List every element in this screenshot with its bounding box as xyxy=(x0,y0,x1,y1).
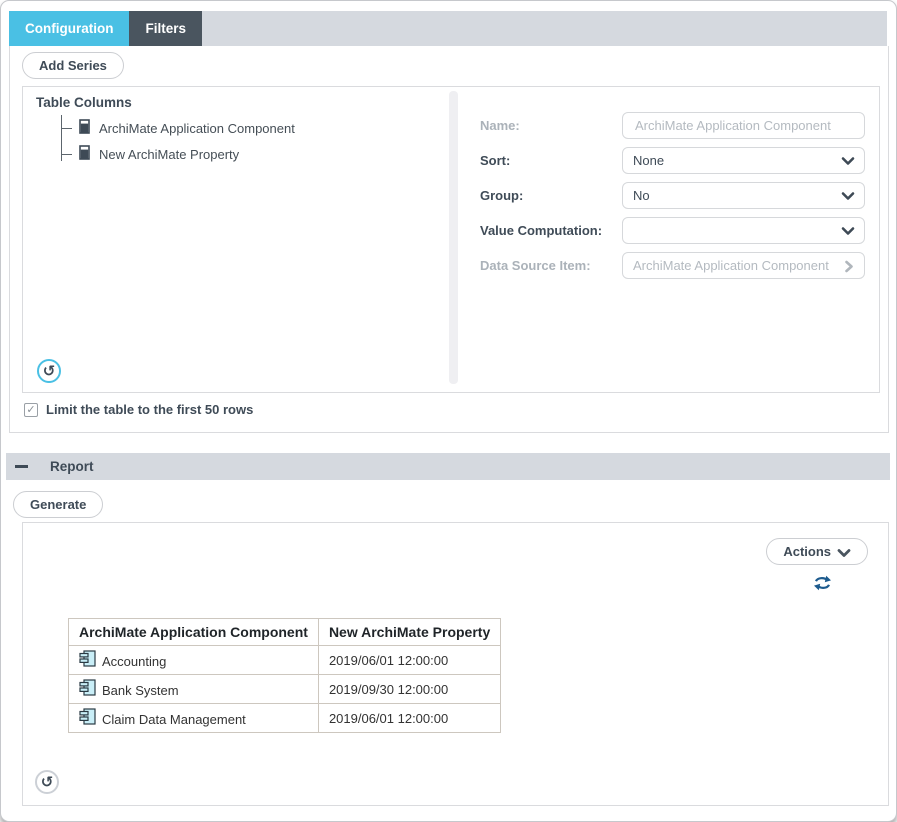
report-section-title: Report xyxy=(50,459,94,474)
column-header-component: ArchiMate Application Component xyxy=(69,619,319,646)
sort-value: None xyxy=(633,153,664,168)
actions-label: Actions xyxy=(783,544,831,559)
column-icon xyxy=(79,119,90,137)
configuration-panel: Add Series Table Columns ArchiMate Appli… xyxy=(9,46,889,433)
component-name[interactable]: Bank System xyxy=(102,683,179,699)
generate-button[interactable]: Generate xyxy=(13,491,103,518)
group-select[interactable]: No xyxy=(622,182,865,209)
tree-item-label: New ArchiMate Property xyxy=(99,147,239,162)
table-header-row: ArchiMate Application Component New Arch… xyxy=(69,619,501,646)
tree-item-new-archimate-property[interactable]: New ArchiMate Property xyxy=(49,141,295,167)
collapse-minus-icon[interactable] xyxy=(15,465,28,468)
value-computation-row: Value Computation: xyxy=(480,217,865,244)
sort-label: Sort: xyxy=(480,153,622,168)
table-row: Claim Data Management 2019/06/01 12:00:0… xyxy=(69,704,501,733)
sort-row: Sort: None xyxy=(480,147,865,174)
limit-rows-label: Limit the table to the first 50 rows xyxy=(46,402,253,417)
actions-button[interactable]: Actions xyxy=(766,538,868,565)
tab-bar-filler xyxy=(202,11,887,46)
group-value: No xyxy=(633,188,650,203)
series-editor-box: Table Columns ArchiMate Application Comp… xyxy=(22,86,880,393)
component-name[interactable]: Claim Data Management xyxy=(102,712,246,728)
column-header-property: New ArchiMate Property xyxy=(318,619,500,646)
chevron-down-icon xyxy=(841,155,855,170)
tree-item-archimate-application-component[interactable]: ArchiMate Application Component xyxy=(49,115,295,141)
tab-configuration[interactable]: Configuration xyxy=(9,11,129,46)
archimate-component-icon xyxy=(79,650,96,670)
reset-report-button[interactable]: ↺ xyxy=(35,770,59,794)
value-computation-label: Value Computation: xyxy=(480,223,622,238)
name-field xyxy=(622,112,865,139)
group-row: Group: No xyxy=(480,182,865,209)
value-computation-select[interactable] xyxy=(622,217,865,244)
name-label: Name: xyxy=(480,118,622,133)
table-columns-tree: ArchiMate Application Component New Arch… xyxy=(49,115,295,167)
add-series-button[interactable]: Add Series xyxy=(22,52,124,79)
tab-bar: Configuration Filters xyxy=(9,11,887,46)
archimate-component-icon xyxy=(79,708,96,728)
limit-rows-checkbox[interactable]: ✓ xyxy=(24,403,38,417)
refresh-icon[interactable] xyxy=(813,575,832,596)
tab-filters[interactable]: Filters xyxy=(129,11,202,46)
archimate-component-icon xyxy=(79,679,96,699)
table-row: Bank System 2019/09/30 12:00:00 xyxy=(69,675,501,704)
data-source-item-field: ArchiMate Application Component xyxy=(622,252,865,279)
table-row: Accounting 2019/06/01 12:00:00 xyxy=(69,646,501,675)
component-name[interactable]: Accounting xyxy=(102,654,166,670)
report-table: ArchiMate Application Component New Arch… xyxy=(68,618,501,733)
table-columns-title: Table Columns xyxy=(36,95,132,110)
data-source-item-label: Data Source Item: xyxy=(480,258,622,273)
chevron-down-icon xyxy=(841,225,855,240)
name-input xyxy=(633,117,854,134)
limit-rows-control[interactable]: ✓ Limit the table to the first 50 rows xyxy=(24,402,253,417)
report-section-header[interactable]: Report xyxy=(6,453,890,480)
property-value: 2019/06/01 12:00:00 xyxy=(318,704,500,733)
reset-series-button[interactable]: ↺ xyxy=(37,359,61,383)
sort-select[interactable]: None xyxy=(622,147,865,174)
property-value: 2019/06/01 12:00:00 xyxy=(318,646,500,675)
data-source-item-row: Data Source Item: ArchiMate Application … xyxy=(480,252,865,279)
group-label: Group: xyxy=(480,188,622,203)
property-value: 2019/09/30 12:00:00 xyxy=(318,675,500,704)
data-source-item-value: ArchiMate Application Component xyxy=(633,258,829,273)
series-form: Name: Sort: None xyxy=(470,112,879,287)
tree-scrollbar[interactable] xyxy=(449,91,458,384)
chevron-right-icon xyxy=(843,260,855,276)
tree-item-label: ArchiMate Application Component xyxy=(99,121,295,136)
chevron-down-icon xyxy=(841,190,855,205)
app-window: Configuration Filters Add Series Table C… xyxy=(0,0,897,822)
report-panel: Actions ArchiMate Application Component … xyxy=(22,522,889,806)
name-row: Name: xyxy=(480,112,865,139)
column-icon xyxy=(79,145,90,163)
undo-icon: ↺ xyxy=(43,364,56,379)
chevron-down-icon xyxy=(837,547,851,559)
undo-icon: ↺ xyxy=(41,775,54,790)
